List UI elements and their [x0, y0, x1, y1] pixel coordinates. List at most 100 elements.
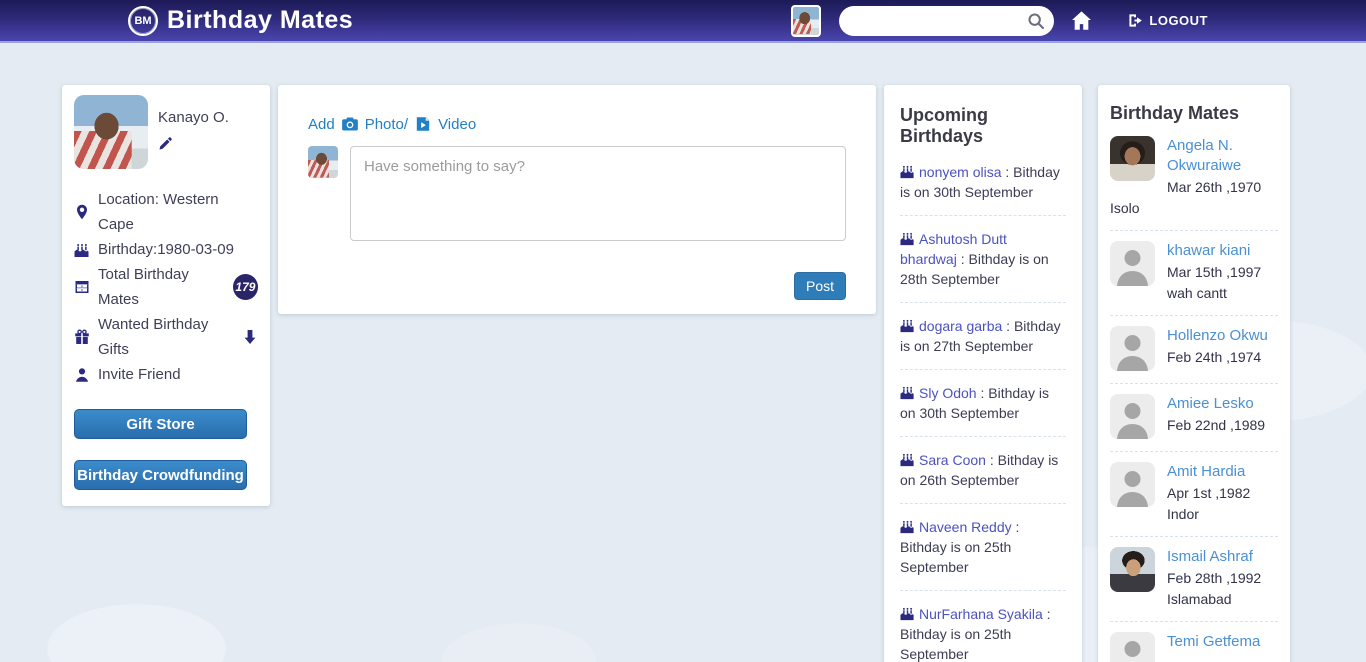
add-photo-link[interactable]: Photo/ [365, 116, 408, 133]
upcoming-birthday-item: NurFarhana Syakila : Bithday is on 25th … [900, 591, 1066, 662]
total-mates-row: Total Birthday Mates 179 [74, 262, 258, 312]
birthday-mate-item: Amit Hardia Apr 1st ,1982 Indor [1110, 452, 1278, 537]
wanted-gifts-label: Wanted Birthday Gifts [98, 312, 233, 362]
total-mates-label: Total Birthday Mates [98, 262, 225, 312]
profile-photo [74, 95, 148, 169]
upcoming-name-link[interactable]: Sly Odoh [919, 385, 977, 401]
upcoming-birthdays-title: Upcoming Birthdays [900, 105, 1066, 147]
profile-location-row: Location: Western Cape [74, 187, 258, 237]
video-file-icon[interactable] [414, 115, 432, 133]
table-grid-icon [74, 279, 90, 295]
upcoming-birthdays-panel: Upcoming Birthdays nonyem olisa : Bithda… [884, 85, 1082, 662]
brand-logo[interactable]: BM Birthday Mates [128, 6, 353, 36]
add-video-link[interactable]: Video [438, 116, 476, 133]
mate-avatar[interactable] [1110, 547, 1155, 592]
invite-friend-label: Invite Friend [98, 362, 181, 387]
search-icon[interactable] [1027, 12, 1045, 30]
mate-location: Indor [1110, 504, 1278, 524]
composer-user-avatar [308, 146, 338, 178]
mate-name-link[interactable]: khawar kiani [1167, 242, 1250, 259]
mate-name-link[interactable]: Amiee Lesko [1167, 395, 1254, 412]
home-icon[interactable] [1071, 10, 1092, 31]
location-pin-icon [74, 204, 90, 220]
upcoming-birthday-item: Sara Coon : Bithday is on 26th September [900, 437, 1066, 504]
upcoming-birthday-item: nonyem olisa : Bithday is on 30th Septem… [900, 149, 1066, 216]
brand-title: Birthday Mates [167, 6, 353, 35]
upcoming-birthday-item: Ashutosh Dutt bhardwaj : Bithday is on 2… [900, 216, 1066, 303]
upcoming-birthday-item: Sly Odoh : Bithday is on 30th September [900, 370, 1066, 437]
gift-icon [74, 329, 90, 345]
upcoming-name-link[interactable]: NurFarhana Syakila [919, 606, 1043, 622]
mate-avatar[interactable] [1110, 241, 1155, 286]
profile-location-text: Location: Western Cape [98, 187, 258, 237]
navbar-user-avatar[interactable] [791, 5, 821, 37]
mate-avatar[interactable] [1110, 136, 1155, 181]
birthday-mate-item: Ismail Ashraf Feb 28th ,1992 Islamabad [1110, 537, 1278, 622]
person-silhouette-icon [1110, 241, 1155, 286]
birthday-cake-icon [74, 242, 90, 258]
birthday-cake-icon [900, 318, 915, 333]
birthday-mates-title: Birthday Mates [1110, 103, 1278, 124]
person-icon [74, 367, 90, 383]
person-silhouette-icon [1110, 394, 1155, 439]
edit-profile-icon[interactable] [158, 136, 173, 151]
mate-avatar[interactable] [1110, 632, 1155, 662]
post-composer-card: Add Photo/ Video Post [278, 85, 876, 314]
mate-name-link[interactable]: Hollenzo Okwu [1167, 327, 1268, 344]
birthday-cake-icon [900, 385, 915, 400]
logout-label: LOGOUT [1149, 13, 1208, 28]
upcoming-name-link[interactable]: Naveen Reddy [919, 519, 1012, 535]
birthday-cake-icon [900, 452, 915, 467]
mate-name-link[interactable]: Amit Hardia [1167, 463, 1245, 480]
invite-friend-row[interactable]: Invite Friend [74, 362, 258, 387]
logout-button[interactable]: LOGOUT [1128, 13, 1208, 28]
mate-location: wah cantt [1110, 283, 1278, 303]
logout-icon [1128, 13, 1143, 28]
upcoming-name-link[interactable]: Sara Coon [919, 452, 986, 468]
total-mates-count-badge: 179 [233, 274, 258, 300]
mate-name-link[interactable]: Temi Getfema [1167, 633, 1260, 650]
mate-avatar[interactable] [1110, 462, 1155, 507]
profile-name: Kanayo O. [158, 95, 229, 126]
add-label: Add [308, 116, 335, 133]
logo-circle-icon: BM [128, 6, 158, 36]
birthday-cake-icon [900, 519, 915, 534]
birthday-crowdfunding-button[interactable]: Birthday Crowdfunding [74, 460, 247, 490]
birthday-mates-panel: Birthday Mates Angela N. Okwuraiwe Mar 2… [1098, 85, 1290, 662]
top-navbar: BM Birthday Mates LOGOUT [0, 0, 1366, 43]
mate-location: Isolo [1110, 198, 1278, 218]
profile-birthday-text: Birthday:1980-03-09 [98, 237, 234, 262]
post-button[interactable]: Post [794, 272, 846, 300]
upcoming-birthday-item: Naveen Reddy : Bithday is on 25th Septem… [900, 504, 1066, 591]
mate-avatar[interactable] [1110, 394, 1155, 439]
post-textarea[interactable] [350, 146, 846, 241]
birthday-mate-item: Amiee Lesko Feb 22nd ,1989 [1110, 384, 1278, 452]
upcoming-birthday-list: nonyem olisa : Bithday is on 30th Septem… [900, 149, 1066, 662]
upcoming-birthday-item: dogara garba : Bithday is on 27th Septem… [900, 303, 1066, 370]
person-silhouette-icon [1110, 462, 1155, 507]
birthday-mates-list: Angela N. Okwuraiwe Mar 26th ,1970 Isolo… [1110, 126, 1278, 662]
search-bar [839, 6, 1054, 36]
mate-name-link[interactable]: Ismail Ashraf [1167, 548, 1253, 565]
profile-card: Kanayo O. Location: Western Cape Birthda… [62, 85, 270, 506]
camera-icon[interactable] [341, 115, 359, 133]
profile-birthday-row: Birthday:1980-03-09 [74, 237, 258, 262]
search-input[interactable] [839, 6, 1054, 36]
mate-avatar[interactable] [1110, 326, 1155, 371]
birthday-mate-item: Angela N. Okwuraiwe Mar 26th ,1970 Isolo [1110, 126, 1278, 231]
birthday-mate-item: Temi Getfema [1110, 622, 1278, 662]
wanted-gifts-row[interactable]: Wanted Birthday Gifts [74, 312, 258, 362]
birthday-mate-item: Hollenzo Okwu Feb 24th ,1974 [1110, 316, 1278, 384]
birthday-mate-item: khawar kiani Mar 15th ,1997 wah cantt [1110, 231, 1278, 316]
gift-store-button[interactable]: Gift Store [74, 409, 247, 439]
dropdown-arrow-icon [242, 329, 258, 345]
birthday-cake-icon [900, 164, 915, 179]
person-silhouette-icon [1110, 632, 1155, 662]
birthday-cake-icon [900, 606, 915, 621]
upcoming-name-link[interactable]: nonyem olisa [919, 164, 1002, 180]
birthday-cake-icon [900, 231, 915, 246]
upcoming-name-link[interactable]: dogara garba [919, 318, 1002, 334]
mate-location: Islamabad [1110, 589, 1278, 609]
person-silhouette-icon [1110, 326, 1155, 371]
mate-name-link[interactable]: Angela N. Okwuraiwe [1167, 137, 1241, 174]
